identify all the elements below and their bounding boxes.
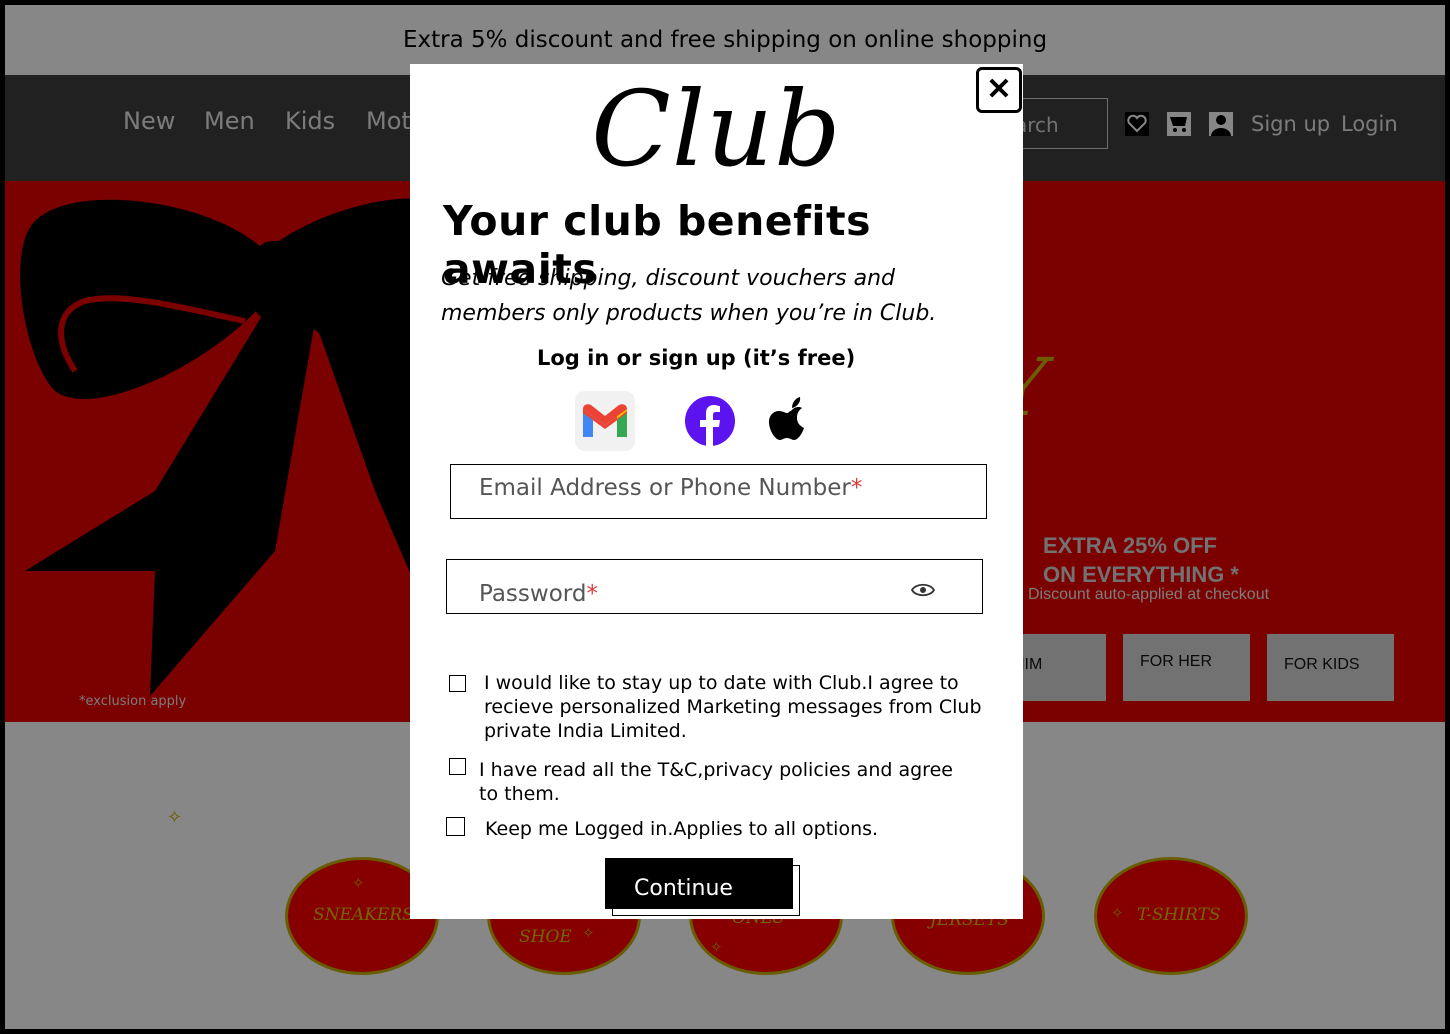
keep-logged-in-row: Keep me Logged in.Applies to all options…	[446, 817, 986, 841]
keep-logged-in-text: Keep me Logged in.Applies to all options…	[485, 818, 879, 840]
login-hint: Log in or sign up (it’s free)	[537, 346, 856, 370]
marketing-consent-text: I would like to stay up to date with Clu…	[484, 672, 982, 742]
club-modal: ✕ Club Your club benefits awaits Get fre…	[410, 64, 1023, 919]
email-field[interactable]: Email Address or Phone Number*	[450, 464, 987, 519]
terms-consent-row: I have read all the T&C,privacy policies…	[449, 758, 959, 806]
password-label: Password*	[479, 581, 598, 607]
marketing-consent-checkbox[interactable]	[449, 675, 466, 692]
eye-icon[interactable]	[911, 582, 935, 598]
required-mark: *	[850, 475, 863, 501]
brand-logo: Club	[591, 68, 842, 190]
facebook-icon[interactable]	[680, 391, 740, 451]
apple-icon[interactable]	[761, 391, 821, 451]
modal-tagline: Get free shipping, discount vouchers and…	[441, 266, 937, 326]
continue-button[interactable]: Continue	[605, 858, 793, 909]
app-window: Extra 5% discount and free shipping on o…	[0, 0, 1450, 1034]
terms-consent-checkbox[interactable]	[449, 758, 466, 775]
gmail-icon[interactable]	[575, 391, 635, 451]
marketing-consent-row: I would like to stay up to date with Clu…	[449, 671, 989, 743]
email-label: Email Address or Phone Number*	[479, 475, 862, 501]
password-label-text: Password	[479, 581, 587, 607]
terms-consent-text: I have read all the T&C,privacy policies…	[479, 759, 953, 805]
email-label-text: Email Address or Phone Number	[479, 475, 851, 501]
required-mark: *	[586, 581, 598, 607]
keep-logged-in-checkbox[interactable]	[446, 817, 465, 836]
password-field[interactable]: Password*	[446, 559, 983, 614]
